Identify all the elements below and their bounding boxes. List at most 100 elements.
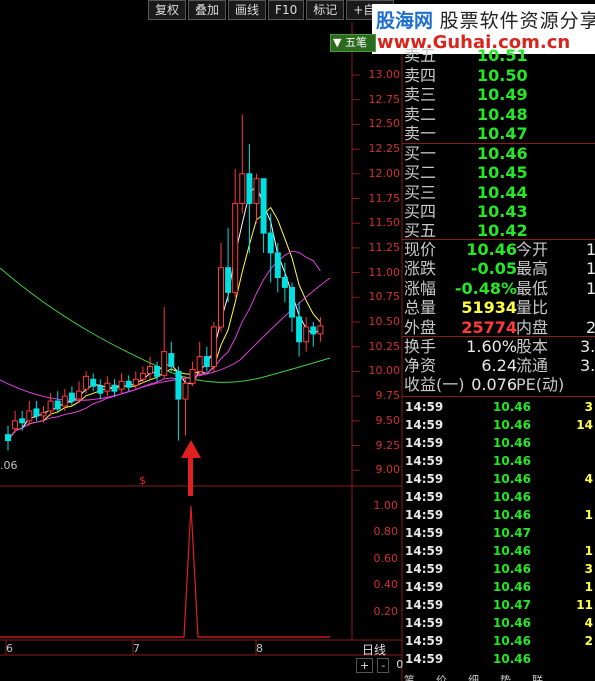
candle <box>210 322 217 372</box>
tick-time: 14:59 <box>405 472 444 486</box>
tick-price: 10.46 <box>493 418 531 432</box>
bid-level-label: 买三 <box>404 182 437 202</box>
bottom-tab-3[interactable]: 势 <box>500 672 511 681</box>
bottom-tab-4[interactable]: 联 <box>532 672 543 681</box>
tick-time: 14:59 <box>405 580 444 594</box>
indicator-tick-label: 0.80 <box>373 525 399 539</box>
ask-level-label: 卖三 <box>404 85 437 104</box>
tick-row: 14:59 10.46 <box>405 650 595 668</box>
ask-level-label: 卖五 <box>404 46 437 65</box>
stat-value: 10.46 <box>466 240 517 259</box>
bid-row: 买二 10.45 <box>404 163 595 182</box>
candle <box>182 376 189 436</box>
tick-price: 10.46 <box>493 562 531 576</box>
fund-label: 净资 <box>404 356 437 375</box>
ask-price: 10.47 <box>477 124 528 143</box>
candle <box>168 341 175 372</box>
tick-row: 14:59 10.46 <box>405 488 595 506</box>
tick-row: 14:59 10.46 1 <box>405 506 595 524</box>
ask-price: 10.49 <box>477 85 528 104</box>
candle <box>310 322 317 347</box>
candle <box>104 376 111 397</box>
signal-marker: $ <box>139 474 146 487</box>
price-tick-label: 12.00 <box>368 166 401 180</box>
ask-price: 10.50 <box>477 65 528 85</box>
panel-divider <box>402 143 595 144</box>
ask-price: 10.51 <box>477 46 528 65</box>
indicator-tick-label: 0.60 <box>373 551 399 565</box>
candle <box>196 341 203 377</box>
stat-row: 涨跌 -0.05 最高 1 <box>404 259 595 278</box>
fund-value: 0.076 <box>471 375 517 394</box>
x-axis-label-6: 6 <box>6 642 13 655</box>
tick-price: 10.46 <box>493 652 531 666</box>
tick-row: 14:59 10.46 1 <box>405 542 595 560</box>
stat-label-2: 量比 <box>516 298 549 318</box>
candle <box>161 307 168 380</box>
candle <box>47 393 54 416</box>
price-tick-label: 12.50 <box>368 117 401 131</box>
bottom-tab-0[interactable]: 笔 <box>404 672 415 681</box>
candle <box>303 317 310 352</box>
fund-value: 6.24 <box>481 356 517 375</box>
candle <box>175 366 182 441</box>
tick-time: 14:59 <box>405 598 444 612</box>
tick-row: 14:59 10.46 14 <box>405 416 595 434</box>
candle <box>232 168 239 298</box>
ask-level-label: 卖四 <box>404 65 437 85</box>
fund-row: 净资 6.24流通 3.: <box>404 356 595 375</box>
bid-price: 10.44 <box>477 182 528 202</box>
price-tick-label: 10.00 <box>368 364 401 378</box>
wudang-label: 五笔 <box>344 36 367 49</box>
tick-time: 14:59 <box>405 616 444 630</box>
bottom-tab-1[interactable]: 价 <box>436 672 447 681</box>
tick-volume: 14 <box>576 418 593 432</box>
stat-row: 现价 10.46 今开 1 <box>404 240 595 259</box>
period-label[interactable]: 日线 <box>362 641 386 658</box>
tick-time: 14:59 <box>405 526 444 540</box>
stat-value: 51934 <box>461 298 517 318</box>
watermark-tagline: 股票软件资源分享 <box>439 10 595 32</box>
fund-label-2: 股本 <box>516 337 549 356</box>
panel-divider <box>402 396 595 397</box>
tick-volume: 1 <box>584 544 593 558</box>
bid-level-label: 买二 <box>404 163 437 183</box>
tick-volume: 3 <box>584 400 593 414</box>
stat-value: -0.48% <box>454 278 517 298</box>
watermark-logo-text: 股海网 <box>376 10 434 32</box>
price-tick-label: 11.75 <box>368 191 401 205</box>
zoom-out-button[interactable]: - <box>377 658 390 673</box>
low-price-label: .06 <box>0 459 18 472</box>
tick-price: 10.46 <box>493 400 531 414</box>
wudang-tab[interactable]: ▼ 五笔 <box>330 34 376 52</box>
bid-row: 买五 10.42 <box>404 221 595 240</box>
panel-divider <box>402 239 595 240</box>
tick-volume: 4 <box>584 616 593 630</box>
bottom-tab-2[interactable]: 细 <box>468 672 479 681</box>
tick-volume: 3 <box>584 562 593 576</box>
bid-row: 买一 10.46 <box>404 144 595 163</box>
candle <box>239 114 246 214</box>
price-tick-label: 10.25 <box>368 339 401 353</box>
price-tick-label: 10.75 <box>368 290 401 304</box>
candle <box>218 242 224 332</box>
stat-label: 总量 <box>404 298 437 318</box>
fund-label: 换手 <box>404 337 437 356</box>
stat-label: 涨幅 <box>404 278 437 298</box>
tick-time: 14:59 <box>405 634 444 648</box>
tick-volume: 2 <box>584 634 593 648</box>
tick-time: 14:59 <box>405 508 444 522</box>
bid-price: 10.42 <box>477 221 528 241</box>
ask-row: 卖五 10.51 <box>404 46 595 65</box>
candle <box>33 401 40 421</box>
tick-price: 10.46 <box>493 454 531 468</box>
candle <box>260 178 267 253</box>
fund-value-2: 3.: <box>580 356 595 375</box>
zoom-in-button[interactable]: + <box>356 658 374 673</box>
price-tick-label: 12.25 <box>368 142 401 156</box>
price-tick-label: 9.00 <box>375 463 401 477</box>
tick-row: 14:59 10.46 3 <box>405 560 595 578</box>
x-axis-label-8: 8 <box>256 642 263 655</box>
tick-row: 14:59 10.46 <box>405 434 595 452</box>
indicator-tick-label: 0.20 <box>373 604 399 618</box>
